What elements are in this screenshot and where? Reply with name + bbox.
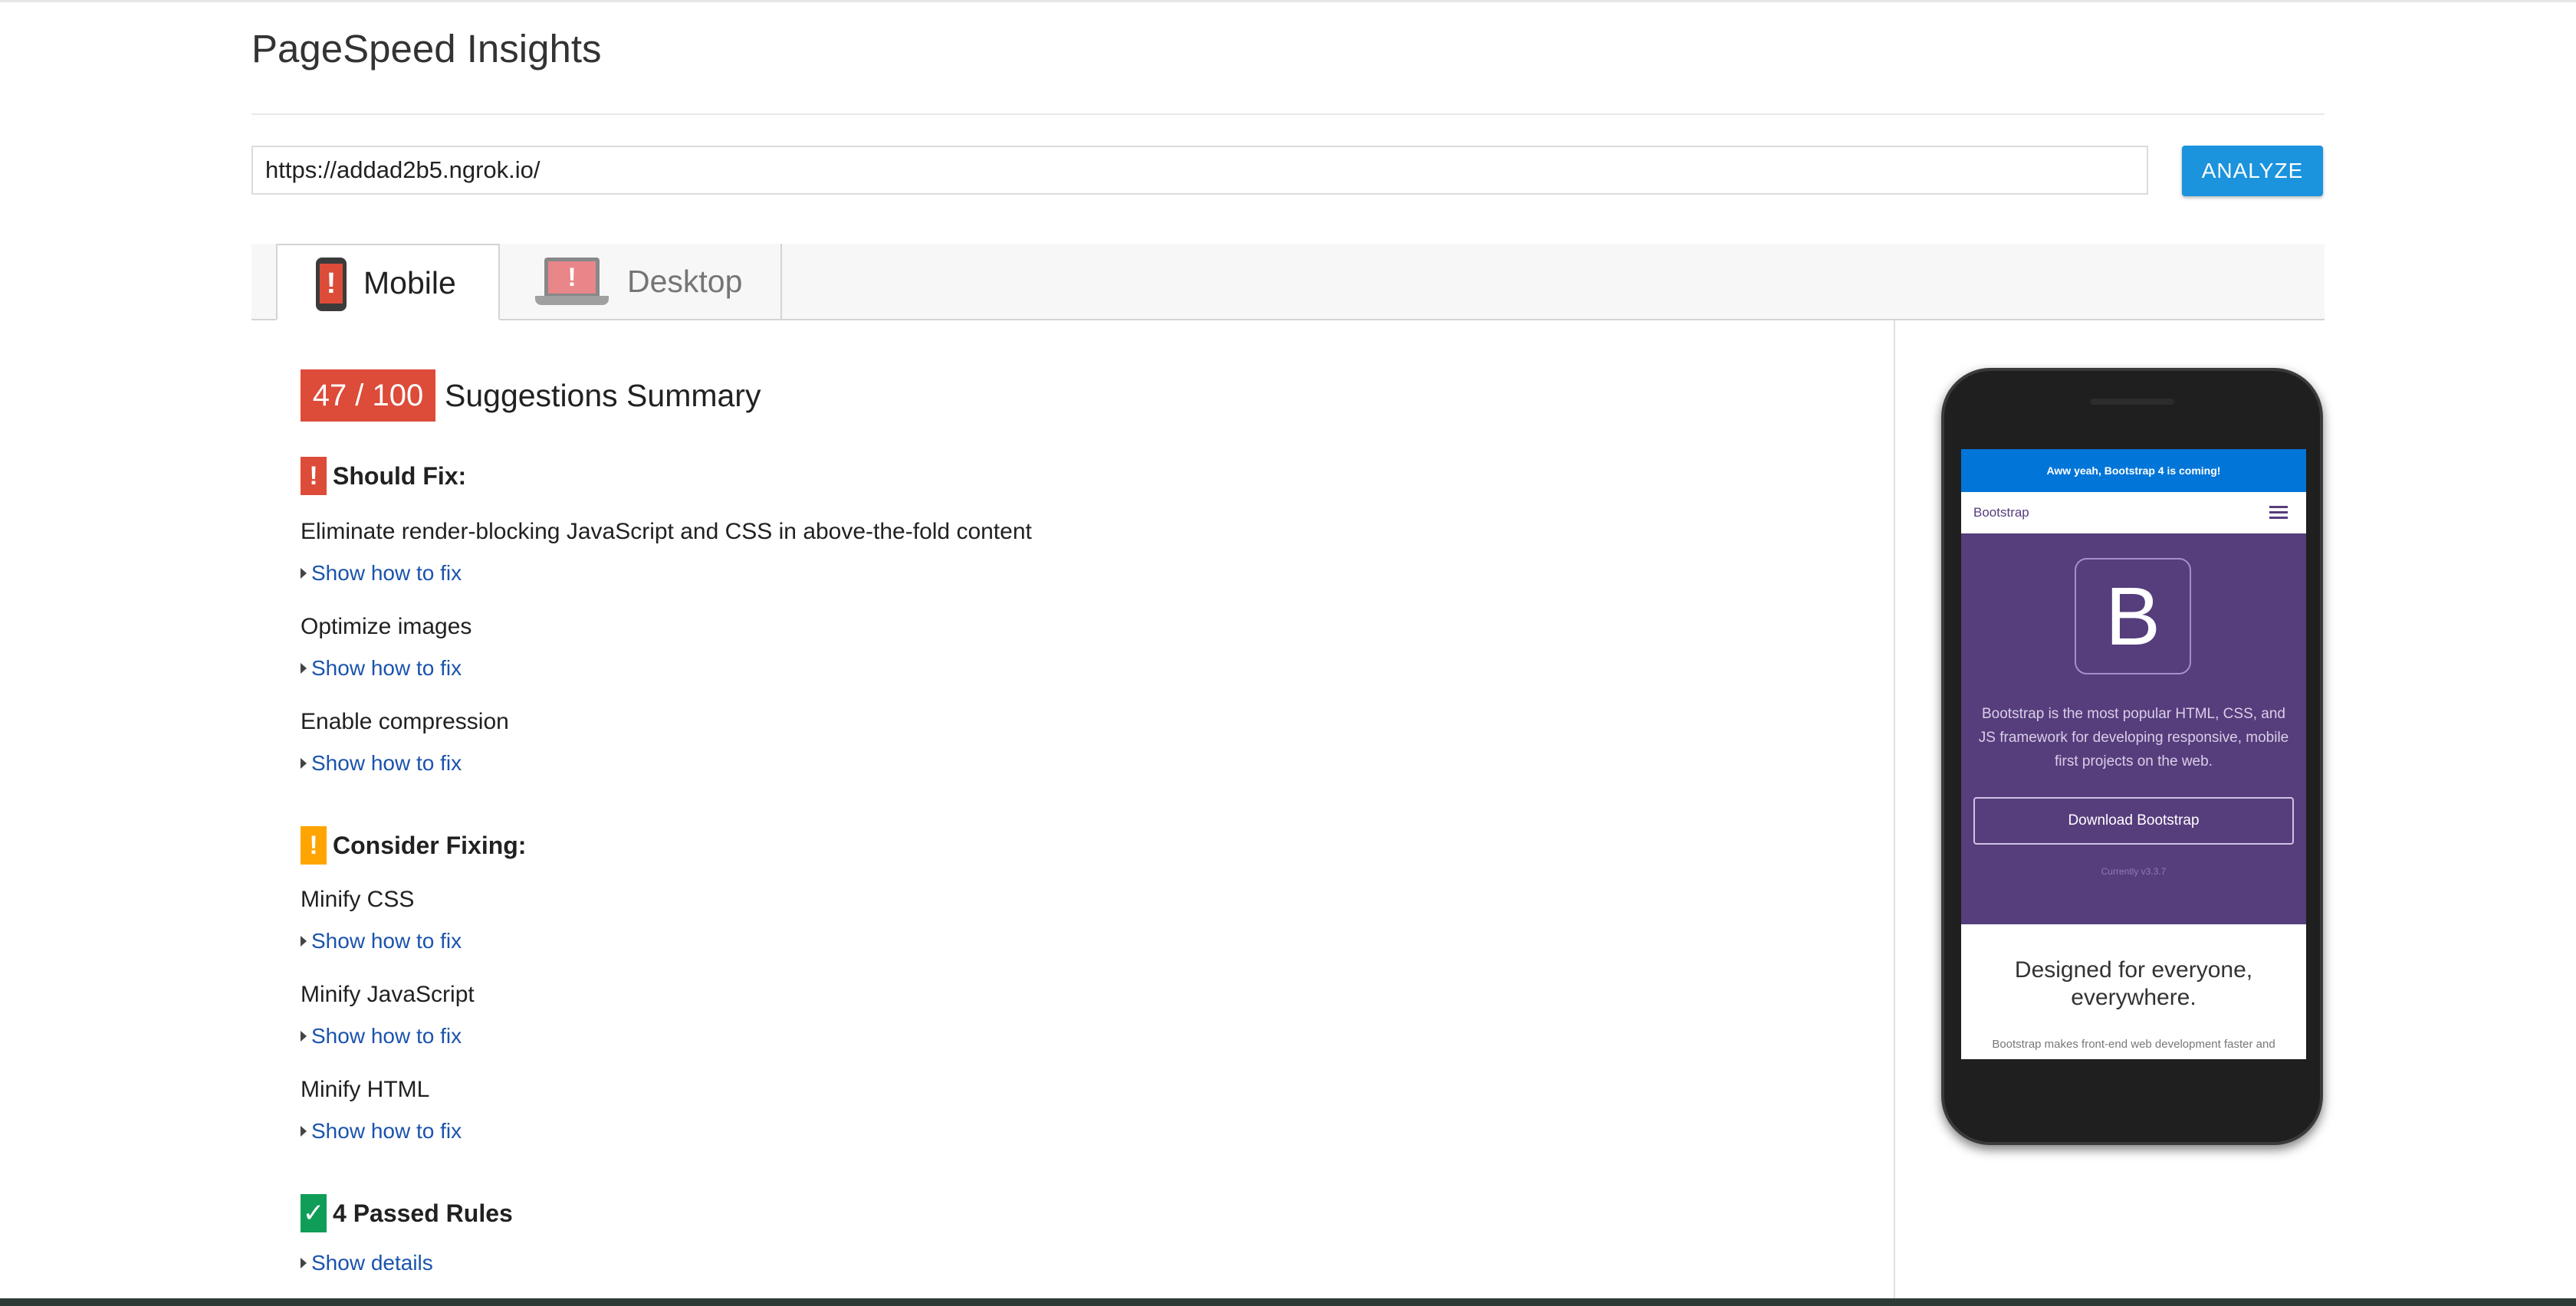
consider-fixing-icon: ! (301, 826, 327, 865)
show-how-to-fix-link[interactable]: Show how to fix (301, 748, 462, 779)
rule-title: Minify HTML (301, 1077, 430, 1102)
expand-arrow-icon (301, 757, 307, 769)
top-border (0, 0, 2576, 2)
url-input[interactable]: https://addad2b5.ngrok.io/ (251, 146, 2148, 195)
preview-version: Currently v3.3.7 (2101, 866, 2167, 877)
expand-arrow-icon (301, 662, 307, 674)
expand-arrow-icon (301, 1257, 307, 1268)
preview-hero: B Bootstrap is the most popular HTML, CS… (1961, 533, 2306, 924)
show-how-to-fix-link[interactable]: Show how to fix (301, 653, 462, 684)
laptop-icon: ! (535, 258, 609, 308)
panel-divider (1894, 320, 1895, 1298)
preview-banner: Aww yeah, Bootstrap 4 is coming! (1961, 449, 2306, 492)
phone-speaker (2090, 399, 2174, 405)
should-fix-icon: ! (301, 457, 327, 495)
checkmark-icon: ✓ (301, 1194, 327, 1232)
preview-paragraph: Bootstrap makes front-end web developmen… (1992, 1038, 2275, 1051)
tab-mobile-label: Mobile (363, 265, 456, 300)
passed-rules-heading: 4 Passed Rules (333, 1199, 513, 1227)
tab-desktop-label: Desktop (627, 264, 743, 299)
show-details-link[interactable]: Show details (301, 1248, 433, 1278)
consider-fixing-heading: Consider Fixing: (333, 832, 527, 859)
summary-title: Suggestions Summary (445, 378, 761, 413)
preview-brand: Bootstrap (1973, 505, 2029, 520)
rule-title: Minify CSS (301, 887, 415, 912)
show-how-to-fix-link[interactable]: Show how to fix (301, 1116, 462, 1147)
analyze-button[interactable]: ANALYZE (2182, 146, 2323, 196)
page-title: PageSpeed Insights (251, 27, 602, 71)
rule-title: Eliminate render-blocking JavaScript and… (301, 519, 1032, 544)
expand-arrow-icon (301, 1125, 307, 1137)
show-how-to-fix-link[interactable]: Show how to fix (301, 1021, 462, 1052)
bottom-edge (0, 1298, 2576, 1306)
preview-heading: Designed for everyone, everywhere. (2014, 957, 2253, 1010)
preview-description: Bootstrap is the most popular HTML, CSS,… (1978, 706, 2289, 769)
hamburger-menu-icon (2269, 506, 2288, 520)
rule-title: Minify JavaScript (301, 982, 475, 1007)
device-tabs: ! Mobile ! Desktop (251, 244, 2325, 320)
preview-screen: Aww yeah, Bootstrap 4 is coming! Bootstr… (1961, 449, 2306, 1059)
preview-navbar: Bootstrap (1961, 492, 2306, 534)
expand-arrow-icon (301, 1030, 307, 1042)
expand-arrow-icon (301, 935, 307, 947)
show-how-to-fix-link[interactable]: Show how to fix (301, 926, 462, 957)
show-how-to-fix-link[interactable]: Show how to fix (301, 558, 462, 589)
should-fix-heading: Should Fix: (333, 462, 467, 490)
mobile-phone-icon: ! (316, 258, 347, 311)
expand-arrow-icon (301, 567, 307, 579)
tab-desktop[interactable]: ! Desktop (500, 244, 782, 320)
preview-download-button: Download Bootstrap (1973, 797, 2294, 845)
tab-mobile[interactable]: ! Mobile (276, 244, 500, 320)
rule-title: Enable compression (301, 709, 509, 734)
mobile-preview: Aww yeah, Bootstrap 4 is coming! Bootstr… (1941, 368, 2323, 1145)
rule-title: Optimize images (301, 614, 472, 639)
bootstrap-logo: B (2075, 558, 2191, 674)
header-divider (251, 113, 2325, 115)
score-badge: 47 / 100 (301, 369, 435, 422)
